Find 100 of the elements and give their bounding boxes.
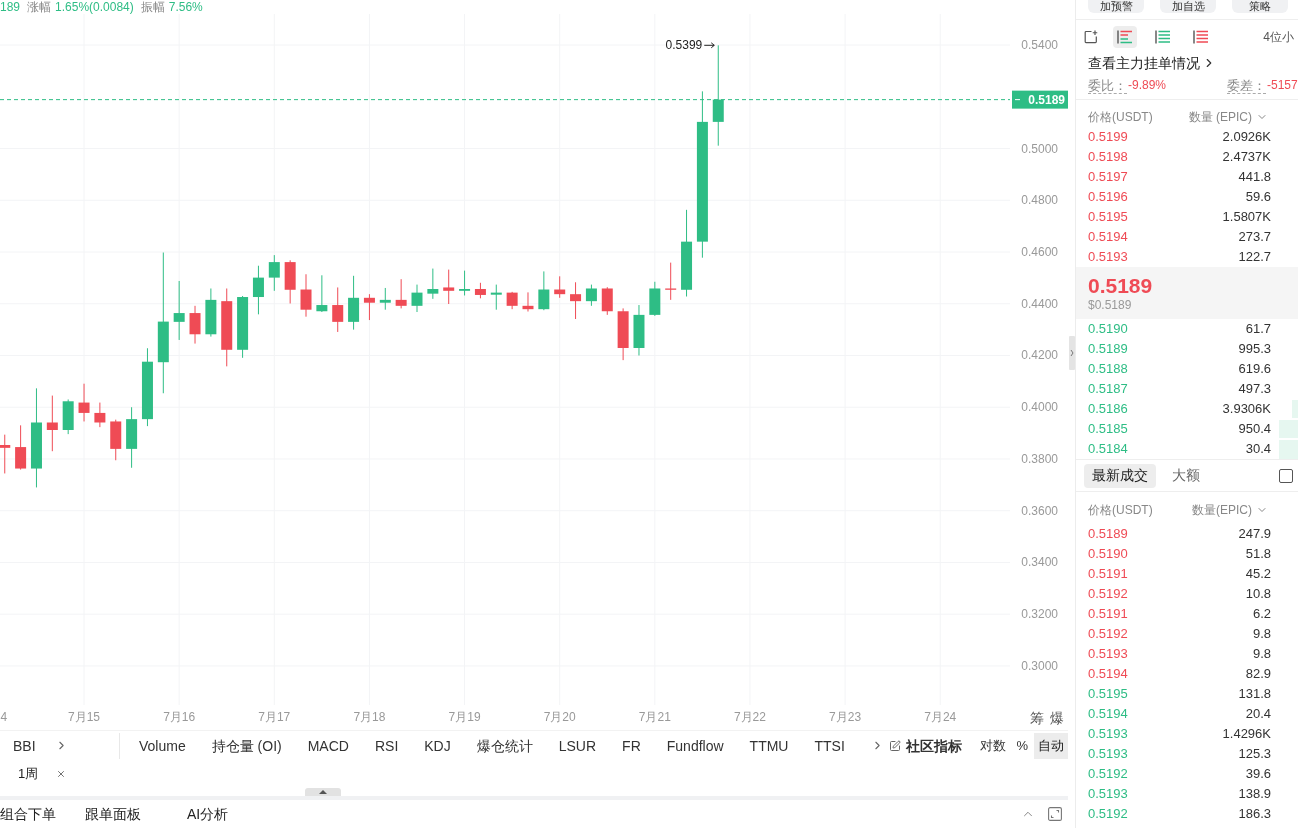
last-price: 0.5189 xyxy=(1088,274,1154,298)
candlestick xyxy=(332,286,344,333)
price-text: 0.5189 xyxy=(1088,341,1128,357)
scale-option[interactable]: 对数 xyxy=(976,732,1011,759)
indicator-tab[interactable]: KDJ xyxy=(424,736,451,755)
panel-handle[interactable] xyxy=(305,788,341,796)
trade-tab[interactable]: 大额 xyxy=(1164,463,1208,488)
amount-text: 122.7 xyxy=(1238,249,1271,265)
indicator-tab[interactable]: RSI xyxy=(374,736,399,755)
candlestick xyxy=(459,270,471,296)
amount-text: 2.0926K xyxy=(1222,129,1271,145)
candlestick xyxy=(237,295,249,359)
chart-tool-button[interactable]: 筹 xyxy=(1030,709,1044,726)
candlestick xyxy=(46,395,58,452)
candlestick xyxy=(78,383,90,422)
main-orders-link[interactable]: 查看主力挂单情况 xyxy=(1088,54,1200,72)
close-icon[interactable] xyxy=(56,769,67,779)
candlestick xyxy=(363,293,375,321)
candlestick xyxy=(601,286,613,316)
amount-text: 1.5807K xyxy=(1222,209,1271,225)
axis-label: 0.4600 xyxy=(1021,245,1058,259)
indicator-tab[interactable]: 持仓量 (OI) xyxy=(211,736,282,755)
chart-tool-button[interactable]: 爆 xyxy=(1050,709,1064,726)
candlestick xyxy=(649,281,661,317)
indicator-tab[interactable]: TTMU xyxy=(749,736,789,755)
scale-option[interactable]: % xyxy=(1012,732,1032,759)
candlestick xyxy=(189,305,201,345)
price-value: 189 xyxy=(0,0,21,14)
axis-label: 0.5400 xyxy=(1021,38,1058,53)
precision-dropdown[interactable]: 4位小 xyxy=(1263,30,1298,44)
expand-icon[interactable] xyxy=(1048,807,1062,821)
indicator-tab[interactable]: 爆仓统计 xyxy=(476,736,533,755)
pen-square-icon[interactable] xyxy=(889,739,902,752)
price-text: 0.5191 xyxy=(1088,566,1128,582)
candlestick xyxy=(126,406,138,469)
price-text: 0.5193 xyxy=(1088,646,1128,662)
price-text: 0.5198 xyxy=(1088,149,1128,165)
price-text: 0.5184 xyxy=(1088,441,1128,457)
candlestick xyxy=(316,274,328,313)
amount-text: 441.8 xyxy=(1238,169,1271,185)
price-text: 0.5195 xyxy=(1088,209,1128,225)
indicator-tab[interactable]: Volume xyxy=(139,736,186,755)
axis-label: 7月21 xyxy=(638,710,671,724)
indicator-tab[interactable]: LSUR xyxy=(558,736,597,755)
amount-text: 10.8 xyxy=(1245,586,1271,602)
candlestick xyxy=(554,275,566,299)
axis-label: 0.3600 xyxy=(1021,503,1058,518)
price-text: 0.5193 xyxy=(1088,746,1128,762)
amount-text: 6.2 xyxy=(1252,606,1271,622)
candlestick xyxy=(268,254,280,292)
amount-text: 61.7 xyxy=(1245,321,1271,337)
price-text: 0.5194 xyxy=(1088,666,1128,682)
list-icon xyxy=(1155,30,1171,44)
amount-text: 82.9 xyxy=(1245,666,1271,682)
amount-text: 497.3 xyxy=(1238,381,1271,397)
action-button[interactable]: 加自选 xyxy=(1160,0,1216,13)
scale-option[interactable]: 自动 xyxy=(1034,732,1068,759)
panel-tab[interactable]: 组合下单 xyxy=(0,805,56,823)
action-button[interactable]: 加预警 xyxy=(1088,0,1144,13)
arrow-icon xyxy=(703,42,715,49)
indicator-tab[interactable]: TTSI xyxy=(814,736,845,755)
drag-handle-icon[interactable] xyxy=(1069,336,1075,370)
price-text: 0.5193 xyxy=(1088,726,1128,742)
candlestick xyxy=(617,307,629,361)
indicator-tab[interactable]: BBI xyxy=(13,736,36,755)
indicator-tab[interactable]: Fundflow xyxy=(666,736,724,755)
amount-text: 39.6 xyxy=(1245,766,1271,782)
price-text: 0.5193 xyxy=(1088,786,1128,802)
view-mode-button[interactable] xyxy=(1113,26,1137,48)
ratio-value: -9.89% xyxy=(1128,78,1167,93)
action-button[interactable]: 策略 xyxy=(1232,0,1288,13)
axis-label: 0.4000 xyxy=(1021,400,1058,415)
indicator-tab[interactable]: MACD xyxy=(307,736,349,755)
price-text: 0.5193 xyxy=(1088,249,1128,265)
trade-tab[interactable]: 最新成交 xyxy=(1084,463,1156,488)
community-indicators-link[interactable]: 社区指标 xyxy=(906,736,963,755)
axis-label: 0.4200 xyxy=(1021,348,1058,363)
column-header: 数量(EPIC) xyxy=(1192,502,1252,518)
panel-tab[interactable]: AI分析 xyxy=(187,805,229,823)
panel-tab[interactable]: 跟单面板 xyxy=(85,805,141,823)
axis-label: 7月19 xyxy=(448,710,481,724)
ratio-label: 委比： xyxy=(1088,77,1127,94)
amount-text: 995.3 xyxy=(1238,341,1271,357)
candlestick xyxy=(15,424,27,471)
price-text: 0.5187 xyxy=(1088,381,1128,397)
amount-text: 619.6 xyxy=(1238,361,1271,377)
indicator-tab[interactable]: FR xyxy=(622,736,641,755)
price-text: 0.5190 xyxy=(1088,321,1128,337)
candlestick xyxy=(474,282,486,299)
change-value: 1.65%(0.0084) xyxy=(55,0,134,14)
amount-text: 131.8 xyxy=(1238,686,1271,702)
candlestick xyxy=(665,262,677,301)
candlestick xyxy=(490,284,502,311)
checkbox[interactable] xyxy=(1279,468,1293,483)
square-plus-icon[interactable] xyxy=(1084,30,1098,44)
candlestick xyxy=(110,419,122,461)
axis-label: 0.3400 xyxy=(1021,555,1058,570)
candlestick xyxy=(443,269,455,305)
axis-label: 7月20 xyxy=(543,710,576,724)
price-text: 0.5192 xyxy=(1088,806,1128,822)
